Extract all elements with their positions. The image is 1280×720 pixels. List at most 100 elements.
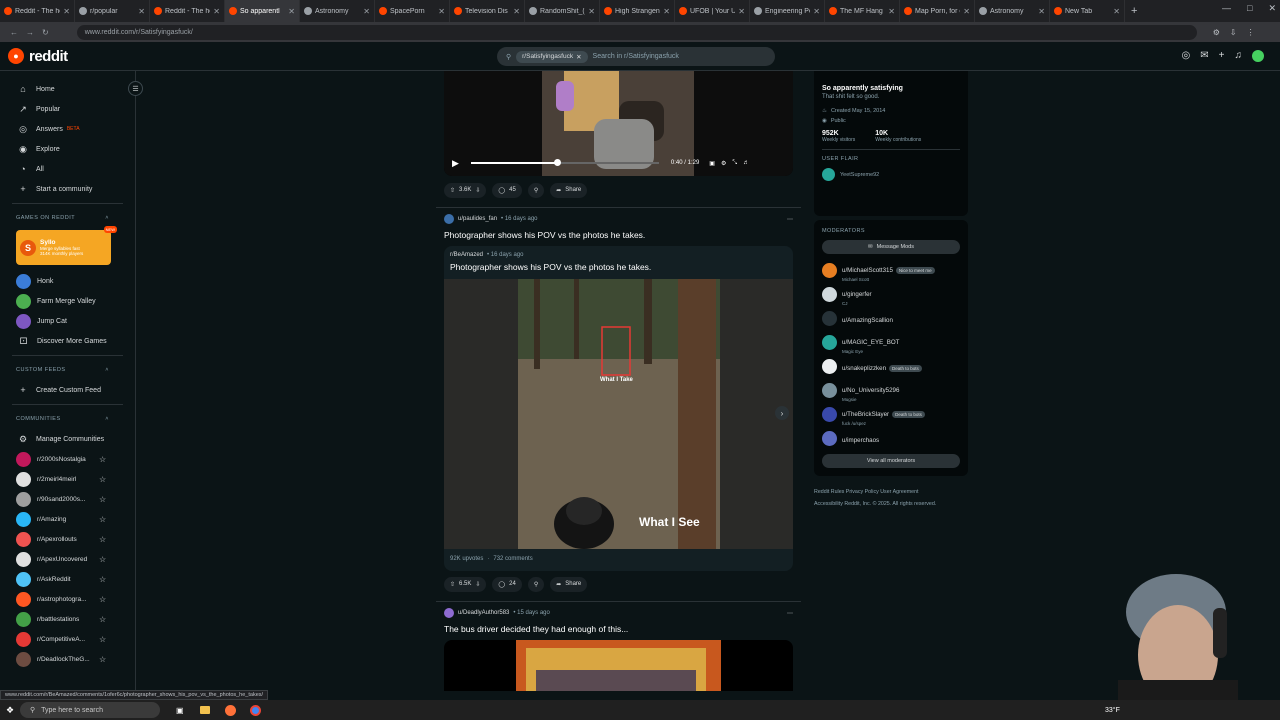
sidebar-item-popular[interactable]: ↗ Popular bbox=[0, 99, 135, 119]
scrubber-handle[interactable] bbox=[553, 159, 561, 166]
community-item[interactable]: r/2000sNostalgia ☆ bbox=[0, 449, 135, 469]
more-options-icon[interactable]: ⋯ bbox=[787, 216, 793, 223]
star-icon[interactable]: ☆ bbox=[99, 595, 106, 604]
sidebar-collapse-icon[interactable]: ☰ bbox=[128, 81, 143, 96]
tab-0[interactable]: Reddit - The hea✕ bbox=[0, 0, 75, 22]
create-custom-feed[interactable]: + Create Custom Feed bbox=[0, 380, 135, 400]
share-button[interactable]: ➦ Share bbox=[550, 576, 588, 592]
tab-close-icon[interactable]: ✕ bbox=[1113, 7, 1120, 16]
star-icon[interactable]: ☆ bbox=[99, 555, 106, 564]
avatar[interactable] bbox=[1252, 50, 1264, 62]
downloads-icon[interactable]: ⇩ bbox=[1230, 28, 1237, 37]
author-avatar[interactable] bbox=[444, 608, 454, 618]
tab-close-icon[interactable]: ✕ bbox=[738, 7, 745, 16]
community-item[interactable]: r/ApexUncovered ☆ bbox=[0, 549, 135, 569]
tab-11[interactable]: The MF Hang Out✕ bbox=[825, 0, 900, 22]
ads-icon[interactable]: ◎ bbox=[1182, 50, 1191, 62]
video-scrubber[interactable] bbox=[470, 159, 659, 166]
community-item[interactable]: r/2meirl4meirl ☆ bbox=[0, 469, 135, 489]
task-view-icon[interactable]: ▣ bbox=[176, 706, 184, 715]
tab-12[interactable]: Map Porn, for en✕ bbox=[900, 0, 975, 22]
notifications-icon[interactable]: ♫ bbox=[1235, 50, 1243, 62]
star-icon[interactable]: ☆ bbox=[99, 575, 106, 584]
close-icon[interactable]: ✕ bbox=[1268, 3, 1276, 14]
play-icon[interactable]: ▶ bbox=[452, 158, 459, 169]
community-item[interactable]: r/Apexrollouts ☆ bbox=[0, 529, 135, 549]
moderator-item[interactable]: u/snakeplizzken Death to bots bbox=[822, 354, 960, 378]
sidebar-item-explore[interactable]: ◉ Explore bbox=[0, 139, 135, 159]
post-author[interactable]: u/paulides_fan bbox=[458, 216, 497, 222]
upvote-icon[interactable]: ⇧ bbox=[450, 581, 455, 588]
file-explorer-icon[interactable] bbox=[200, 706, 210, 714]
sidebar-item-all[interactable]: ◔ All bbox=[0, 159, 135, 179]
maximize-icon[interactable]: □ bbox=[1247, 3, 1252, 14]
create-icon[interactable]: + bbox=[1219, 50, 1225, 62]
share-button[interactable]: ➦ Share bbox=[550, 182, 588, 198]
tab-5[interactable]: SpacePorn ✕ bbox=[375, 0, 450, 22]
footer-links-row2[interactable]: Accessibility Reddit, Inc. © 2025. All r… bbox=[814, 498, 968, 510]
firefox-icon[interactable] bbox=[225, 704, 236, 716]
moderator-item[interactable]: u/imperchaos bbox=[822, 426, 960, 450]
minimize-icon[interactable]: — bbox=[1222, 3, 1231, 14]
games-header[interactable]: GAMES ON REDDIT ˄ bbox=[0, 208, 135, 228]
tab-8[interactable]: High Strangeness✕ bbox=[600, 0, 675, 22]
windows-start-icon[interactable]: ❖ bbox=[6, 705, 14, 716]
tab-9[interactable]: UFOB | Your UAP✕ bbox=[675, 0, 750, 22]
moderator-item[interactable]: u/gingerfer CJ bbox=[822, 282, 960, 306]
post[interactable]: u/paulides_fan • 16 days ago ⋯ Photograph… bbox=[444, 214, 793, 595]
sidebar-item-start-a-community[interactable]: + Start a community bbox=[0, 179, 135, 199]
tab-1[interactable]: r/popular ✕ bbox=[75, 0, 150, 22]
chip-close-icon[interactable]: ✕ bbox=[576, 53, 581, 61]
image-gallery[interactable]: What I Take What I See › bbox=[444, 279, 793, 549]
search-input[interactable]: Search in r/Satisfyingasfuck bbox=[593, 53, 679, 60]
user-flair-row[interactable]: YeetSupreme92 bbox=[822, 168, 960, 181]
star-icon[interactable]: ☆ bbox=[99, 535, 106, 544]
upvote-icon[interactable]: ⇧ bbox=[450, 187, 455, 194]
community-item[interactable]: r/DeadlockTheG... ☆ bbox=[0, 649, 135, 669]
tab-close-icon[interactable]: ✕ bbox=[288, 7, 295, 16]
tab-close-icon[interactable]: ✕ bbox=[513, 7, 520, 16]
moderator-item[interactable]: u/AmazingScallion bbox=[822, 306, 960, 330]
game-item[interactable]: ⚀ Discover More Games bbox=[0, 331, 135, 351]
taskbar-search[interactable]: ⚲ Type here to search bbox=[20, 702, 160, 718]
captions-icon[interactable]: ▣ bbox=[709, 160, 715, 167]
url-field[interactable]: www.reddit.com/r/Satisfyingasfuck/ bbox=[76, 24, 1197, 40]
tab-close-icon[interactable]: ✕ bbox=[663, 7, 670, 16]
tab-close-icon[interactable]: ✕ bbox=[1038, 7, 1045, 16]
star-icon[interactable]: ☆ bbox=[99, 655, 106, 664]
custom-feeds-header[interactable]: CUSTOM FEEDS ˄ bbox=[0, 360, 135, 380]
syllo-card[interactable]: S Syllo Merge syllables fast 314K monthl… bbox=[16, 226, 117, 265]
moderator-item[interactable]: u/MAGIC_EYE_BOT Magic Eye bbox=[822, 330, 960, 354]
tab-close-icon[interactable]: ✕ bbox=[888, 7, 895, 16]
star-icon[interactable]: ☆ bbox=[99, 515, 106, 524]
chat-icon[interactable]: ✉ bbox=[1200, 50, 1208, 62]
star-icon[interactable]: ☆ bbox=[99, 475, 106, 484]
star-icon[interactable]: ☆ bbox=[99, 495, 106, 504]
star-icon[interactable]: ☆ bbox=[99, 635, 106, 644]
author-avatar[interactable] bbox=[444, 214, 454, 224]
post-title[interactable]: The bus driver decided they had enough o… bbox=[444, 624, 793, 634]
communities-header[interactable]: COMMUNITIES ˄ bbox=[0, 409, 135, 429]
footer-links-row1[interactable]: Reddit Rules Privacy Policy User Agreeme… bbox=[814, 486, 968, 498]
crosspost-subreddit[interactable]: r/BeAmazed bbox=[450, 252, 483, 258]
settings-icon[interactable]: ⚙ bbox=[721, 160, 726, 167]
game-item[interactable]: Honk bbox=[0, 271, 135, 291]
crosspost-title[interactable]: Photographer shows his POV vs the photos… bbox=[444, 258, 793, 272]
post-title[interactable]: Photographer shows his POV vs the photos… bbox=[444, 230, 793, 240]
tab-13[interactable]: Astronomy ✕ bbox=[975, 0, 1050, 22]
tab-6[interactable]: Television Dis ✕ bbox=[450, 0, 525, 22]
tab-2[interactable]: Reddit - The hea✕ bbox=[150, 0, 225, 22]
post-author[interactable]: u/DeadlyAuthor583 bbox=[458, 610, 509, 616]
back-icon[interactable]: ← bbox=[10, 28, 18, 37]
comments-button[interactable]: ◯ 45 bbox=[492, 182, 522, 198]
tab-14[interactable]: New Tab ✕ bbox=[1050, 0, 1125, 22]
search-bar[interactable]: ⚲ r/Satisfyingasfuck ✕ Search in r/Satisf… bbox=[497, 47, 775, 66]
view-all-moderators-button[interactable]: View all moderators bbox=[822, 454, 960, 468]
moderator-item[interactable]: u/TheBrickSlayer Death to bots fuck /u/spe… bbox=[822, 402, 960, 426]
more-options-icon[interactable]: ⋯ bbox=[787, 610, 793, 617]
chrome-icon[interactable] bbox=[250, 704, 261, 716]
community-item[interactable]: r/AskReddit ☆ bbox=[0, 569, 135, 589]
comments-button[interactable]: ◯ 24 bbox=[492, 576, 522, 592]
downvote-icon[interactable]: ⇩ bbox=[475, 187, 480, 194]
moderator-item[interactable]: u/MichaelScott315 Nice to meet me Michael … bbox=[822, 258, 960, 282]
